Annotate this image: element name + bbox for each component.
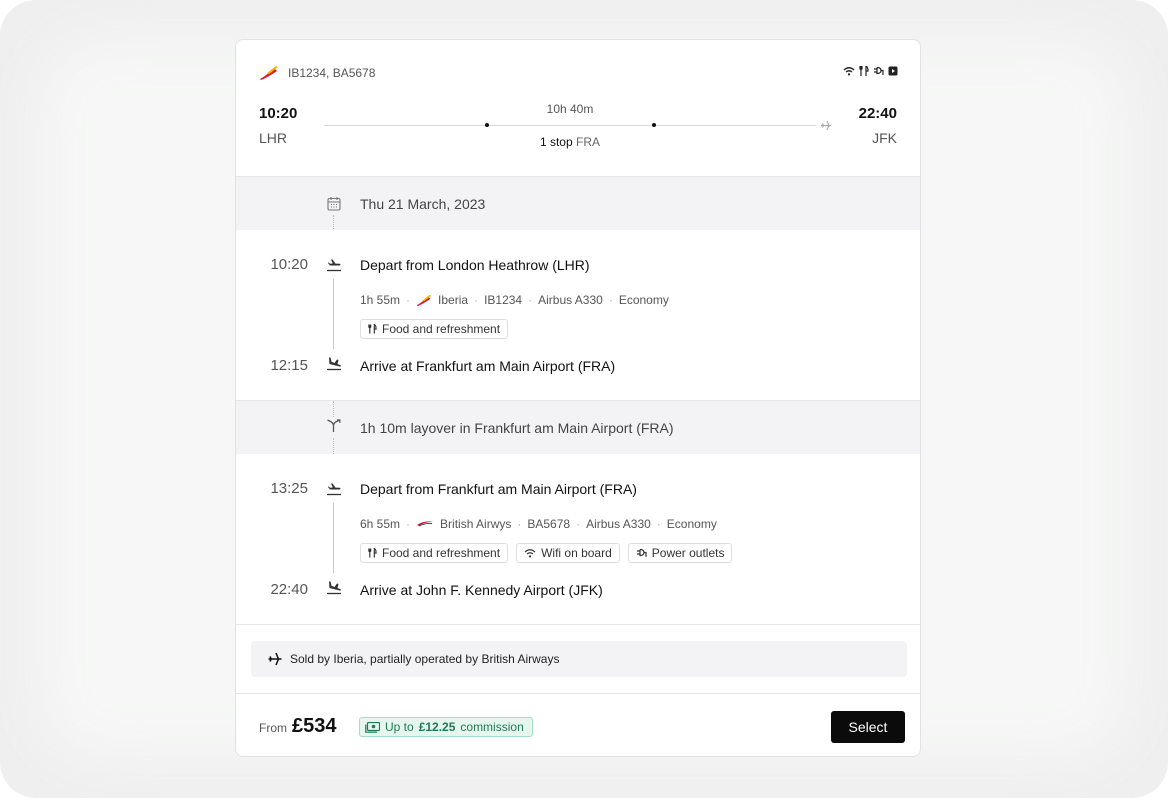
segment-1-amenities: Food and refreshment	[360, 319, 509, 339]
amenity-label: Food and refreshment	[382, 546, 501, 560]
money-icon	[365, 721, 380, 733]
segment-cabin: Economy	[666, 517, 717, 531]
food-icon	[368, 324, 377, 334]
segment-2-depart-time: 13:25	[270, 480, 308, 497]
landing-icon	[327, 357, 341, 371]
amenity-label: Wifi on board	[541, 546, 612, 560]
food-icon	[368, 548, 377, 558]
timeline-line	[333, 503, 334, 573]
flight-numbers: IB1234, BA5678	[288, 66, 376, 80]
stops-count: 1 stop	[539, 135, 573, 149]
wifi-icon	[524, 549, 536, 558]
separator-dot: ·	[576, 517, 581, 531]
timeline-connector	[333, 401, 334, 417]
separator-dot: ·	[608, 293, 613, 307]
segment-aircraft: Airbus A330	[538, 293, 603, 307]
plane-icon	[268, 652, 282, 666]
british-airways-logo-icon	[417, 521, 434, 527]
timeline-connector	[333, 438, 334, 454]
takeoff-icon	[327, 259, 341, 272]
stops-summary: 1 stop FRA	[236, 135, 904, 149]
amenity-tag: Food and refreshment	[360, 319, 509, 339]
divider	[236, 624, 920, 625]
amenity-label: Food and refreshment	[382, 322, 501, 336]
segment-cabin: Economy	[618, 293, 669, 307]
landing-icon	[327, 581, 341, 595]
segment-airline: British Airwys	[440, 517, 512, 531]
sold-by-banner: Sold by Iberia, partially operated by Br…	[251, 641, 907, 677]
segment-flight-number: IB1234	[484, 293, 523, 307]
amenity-tag: Food and refreshment	[360, 543, 509, 563]
segment-aircraft: Airbus A330	[586, 517, 651, 531]
segment-2-details: 6h 55m · British Airwys · BA5678 · Airbu…	[360, 517, 717, 531]
segment-duration: 1h 55m	[360, 293, 401, 307]
segment-2-amenities: Food and refreshment Wifi on board Power…	[360, 543, 733, 563]
commission-suffix: commission	[460, 720, 524, 734]
layover-icon	[327, 419, 341, 432]
segment-flight-number: BA5678	[527, 517, 571, 531]
travel-date: Thu 21 March, 2023	[360, 196, 486, 212]
separator-dot: ·	[656, 517, 661, 531]
separator-dot: ·	[517, 517, 522, 531]
separator-dot: ·	[406, 293, 411, 307]
amenity-tag: Wifi on board	[516, 543, 620, 563]
divider	[236, 693, 920, 694]
timeline-line	[333, 279, 334, 349]
segment-1-arrive-time: 12:15	[270, 357, 308, 374]
segment-1-depart-time: 10:20	[270, 256, 308, 273]
commission-badge: Up to £12.25 commission	[359, 717, 533, 737]
select-button[interactable]: Select	[831, 711, 905, 743]
power-icon	[636, 548, 647, 557]
plane-arrival-icon	[821, 120, 831, 131]
segment-airline: Iberia	[438, 293, 469, 307]
route-stop-dot	[652, 123, 656, 127]
separator-dot: ·	[528, 293, 533, 307]
segment-1-details: 1h 55m · Iberia · IB1234 · Airbus A330 ·…	[360, 293, 669, 307]
flight-card: IB1234, BA5678 10:20 LHR 22:40 JFK 10h 4…	[235, 39, 921, 757]
segment-2-depart-text: Depart from Frankfurt am Main Airport (F…	[360, 481, 637, 497]
separator-dot: ·	[474, 293, 479, 307]
power-icon	[874, 66, 884, 75]
segment-2-arrive-text: Arrive at John F. Kennedy Airport (JFK)	[360, 582, 603, 598]
price-from-label: From	[259, 721, 287, 735]
layover-text: 1h 10m layover in Frankfurt am Main Airp…	[360, 420, 674, 436]
route-stop-dot	[485, 123, 489, 127]
takeoff-icon	[327, 483, 341, 496]
iberia-logo-icon	[416, 294, 432, 306]
timeline-connector	[333, 215, 334, 229]
total-duration: 10h 40m	[546, 102, 594, 116]
wifi-icon	[843, 67, 855, 76]
amenity-tag: Power outlets	[627, 543, 733, 563]
segment-1-arrive-text: Arrive at Frankfurt am Main Airport (FRA…	[360, 358, 616, 374]
segment-2-arrive-time: 22:40	[270, 581, 308, 598]
amenities-summary	[843, 66, 898, 76]
amenity-label: Power outlets	[651, 546, 725, 560]
stop-airport: FRA	[576, 135, 601, 149]
media-icon	[888, 66, 898, 76]
segment-1-depart-text: Depart from London Heathrow (LHR)	[360, 257, 590, 273]
price-value: £534	[292, 715, 337, 737]
price-block: From £534	[259, 715, 337, 738]
commission-prefix: Up to	[385, 720, 414, 734]
iberia-logo-icon	[260, 66, 278, 80]
sold-by-text: Sold by Iberia, partially operated by Br…	[290, 652, 560, 666]
calendar-icon	[327, 197, 341, 211]
separator-dot: ·	[406, 517, 411, 531]
route-line	[324, 125, 816, 126]
commission-amount: £12.25	[418, 720, 456, 734]
segment-duration: 6h 55m	[360, 517, 401, 531]
food-icon	[859, 66, 869, 76]
